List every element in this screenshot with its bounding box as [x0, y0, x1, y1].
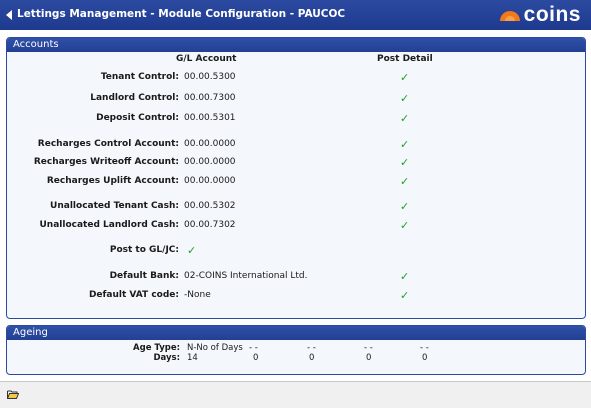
default-bank-row: Default Bank: 02-COINS International Ltd…	[7, 270, 585, 285]
post-detail-check-icon[interactable]: ✓	[400, 270, 409, 283]
age-type-value[interactable]: - -	[249, 343, 258, 353]
row-label: Default VAT code:	[88, 290, 179, 300]
default-vat-code-value[interactable]: -None	[184, 290, 211, 300]
row-label: Recharges Control Account:	[37, 139, 179, 149]
post-detail-check-icon[interactable]: ✓	[400, 156, 409, 169]
age-type-value[interactable]: - -	[307, 343, 316, 353]
post-to-gl-jc-row: Post to GL/JC: ✓	[7, 244, 585, 259]
gl-account-column-header: G/L Account	[176, 54, 237, 64]
row-label: Landlord Control:	[90, 93, 179, 103]
unallocated-tenant-cash-row: Unallocated Tenant Cash: 00.00.5302 ✓	[7, 200, 585, 215]
post-detail-check-icon[interactable]: ✓	[400, 219, 409, 232]
row-label: Recharges Writeoff Account:	[33, 157, 179, 167]
gl-account-value[interactable]: 00.00.5302	[184, 201, 236, 211]
default-bank-value[interactable]: 02-COINS International Ltd.	[184, 271, 307, 281]
days-value[interactable]: 0	[422, 353, 427, 363]
row-label: Unallocated Tenant Cash:	[50, 201, 179, 211]
recharges-control-row: Recharges Control Account: 00.00.0000 ✓	[7, 138, 585, 153]
post-detail-check-icon[interactable]: ✓	[400, 289, 409, 302]
row-label: Unallocated Landlord Cash:	[39, 220, 179, 230]
post-detail-check-icon[interactable]: ✓	[400, 200, 409, 213]
row-label: Default Bank:	[109, 271, 179, 281]
gl-account-value[interactable]: 00.00.7302	[184, 220, 236, 230]
post-detail-check-icon[interactable]: ✓	[400, 175, 409, 188]
age-type-value[interactable]: N-No of Days	[187, 343, 243, 353]
age-type-value[interactable]: - -	[364, 343, 373, 353]
ageing-header: Ageing	[7, 326, 585, 340]
days-label: Days:	[153, 353, 180, 363]
gl-account-value[interactable]: 00.00.5300	[184, 72, 236, 82]
default-vat-code-row: Default VAT code: -None ✓	[7, 289, 585, 304]
recharges-uplift-row: Recharges Uplift Account: 00.00.0000 ✓	[7, 175, 585, 190]
post-detail-check-icon[interactable]: ✓	[400, 71, 409, 84]
tenant-control-row: Tenant Control: 00.00.5300 ✓	[7, 71, 585, 86]
row-label: Tenant Control:	[100, 72, 179, 82]
unallocated-landlord-cash-row: Unallocated Landlord Cash: 00.00.7302 ✓	[7, 219, 585, 234]
deposit-control-row: Deposit Control: 00.00.5301 ✓	[7, 112, 585, 127]
accounts-panel: Accounts G/L Account Post Detail Tenant …	[6, 37, 586, 319]
post-detail-check-icon[interactable]: ✓	[400, 112, 409, 125]
gl-account-value[interactable]: 00.00.0000	[184, 157, 236, 167]
back-arrow-icon[interactable]	[6, 10, 12, 20]
age-type-label: Age Type:	[133, 343, 180, 353]
days-value[interactable]: 0	[366, 353, 371, 363]
gl-account-value[interactable]: 00.00.0000	[184, 139, 236, 149]
post-detail-check-icon[interactable]: ✓	[400, 138, 409, 151]
days-value[interactable]: 0	[253, 353, 258, 363]
row-label: Recharges Uplift Account:	[46, 176, 179, 186]
row-label: Post to GL/JC:	[109, 245, 179, 255]
gl-account-value[interactable]: 00.00.5301	[184, 113, 236, 123]
days-value[interactable]: 0	[309, 353, 314, 363]
age-type-value[interactable]: - -	[420, 343, 429, 353]
post-to-gl-jc-check-icon[interactable]: ✓	[187, 244, 196, 257]
gl-account-value[interactable]: 00.00.0000	[184, 176, 236, 186]
post-detail-column-header: Post Detail	[377, 54, 433, 64]
recharges-writeoff-row: Recharges Writeoff Account: 00.00.0000 ✓	[7, 156, 585, 171]
ageing-panel: Ageing Age Type: N-No of Days - - - - - …	[6, 325, 586, 375]
coins-logo: coins	[499, 4, 581, 26]
coins-logo-icon	[499, 11, 520, 21]
logo-text: coins	[523, 3, 581, 26]
row-label: Deposit Control:	[96, 113, 179, 123]
accounts-header: Accounts	[7, 38, 585, 52]
landlord-control-row: Landlord Control: 00.00.7300 ✓	[7, 92, 585, 107]
window-title: Lettings Management - Module Configurati…	[17, 8, 346, 20]
title-bar: Lettings Management - Module Configurati…	[0, 0, 591, 30]
days-row: Days: 14 0 0 0 0	[7, 353, 585, 364]
gl-account-value[interactable]: 00.00.7300	[184, 93, 236, 103]
folder-open-icon[interactable]	[7, 390, 19, 399]
days-value[interactable]: 14	[187, 353, 198, 363]
post-detail-check-icon[interactable]: ✓	[400, 92, 409, 105]
footer-toolbar	[0, 381, 591, 408]
